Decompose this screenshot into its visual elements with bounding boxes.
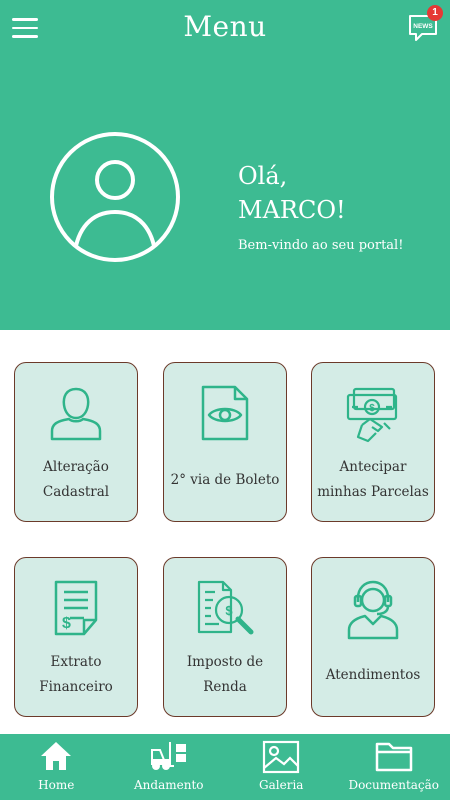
- statement-icon: $: [54, 580, 98, 636]
- welcome-message: Bem-vindo ao seu portal!: [238, 238, 404, 253]
- image-icon: [263, 740, 300, 774]
- greeting-text: Olá,: [238, 162, 288, 190]
- tax-search-icon: $: [197, 580, 254, 635]
- card-label: Imposto de Renda: [186, 654, 264, 695]
- money-hand-icon: $: [346, 387, 398, 443]
- forklift-icon: [150, 742, 186, 770]
- avatar-icon[interactable]: [50, 132, 180, 262]
- bottom-navigation: Home Andamento Galeria Documentação: [0, 734, 450, 800]
- folder-icon: [375, 742, 412, 772]
- nav-label: Documentação: [348, 778, 440, 792]
- svg-text:$: $: [369, 403, 375, 414]
- nav-galeria[interactable]: Galeria: [225, 734, 338, 800]
- card-segunda-via-boleto[interactable]: 2° via de Boleto: [163, 362, 287, 522]
- card-label: 2° via de Boleto: [170, 471, 280, 488]
- card-label: Atendimentos: [325, 666, 421, 683]
- card-atendimentos[interactable]: Atendimentos: [311, 557, 435, 717]
- svg-text:$: $: [225, 603, 233, 618]
- page-title: Menu: [183, 10, 267, 43]
- nav-home[interactable]: Home: [0, 734, 113, 800]
- card-extrato-financeiro[interactable]: $ Extrato Financeiro: [14, 557, 138, 717]
- nav-andamento[interactable]: Andamento: [113, 734, 226, 800]
- nav-label: Home: [38, 778, 75, 792]
- card-imposto-de-renda[interactable]: $ Imposto de Renda: [163, 557, 287, 717]
- news-icon-text: NEWS: [413, 23, 433, 30]
- headset-icon: [347, 580, 399, 640]
- nav-documentacao[interactable]: Documentação: [338, 734, 450, 800]
- card-alteracao-cadastral[interactable]: Alteração Cadastral: [14, 362, 138, 522]
- news-button[interactable]: NEWS 1: [408, 5, 443, 42]
- card-label: Alteração Cadastral: [42, 459, 110, 500]
- home-icon: [41, 742, 72, 770]
- nav-label: Andamento: [134, 778, 204, 792]
- document-eye-icon: [201, 385, 249, 441]
- svg-text:$: $: [62, 615, 71, 632]
- user-name: MARCO!: [238, 196, 346, 224]
- card-label: Antecipar minhas Parcelas: [317, 459, 429, 500]
- greeting-block: Olá, MARCO! Bem-vindo ao seu portal!: [238, 160, 403, 253]
- user-icon: [50, 387, 102, 441]
- notification-badge: 1: [427, 5, 443, 21]
- header: Menu NEWS 1 Olá, MARCO! Bem-vindo ao seu…: [0, 0, 450, 330]
- card-label: Extrato Financeiro: [39, 654, 113, 695]
- card-antecipar-parcelas[interactable]: $ Antecipar minhas Parcelas: [311, 362, 435, 522]
- nav-label: Galeria: [259, 778, 304, 792]
